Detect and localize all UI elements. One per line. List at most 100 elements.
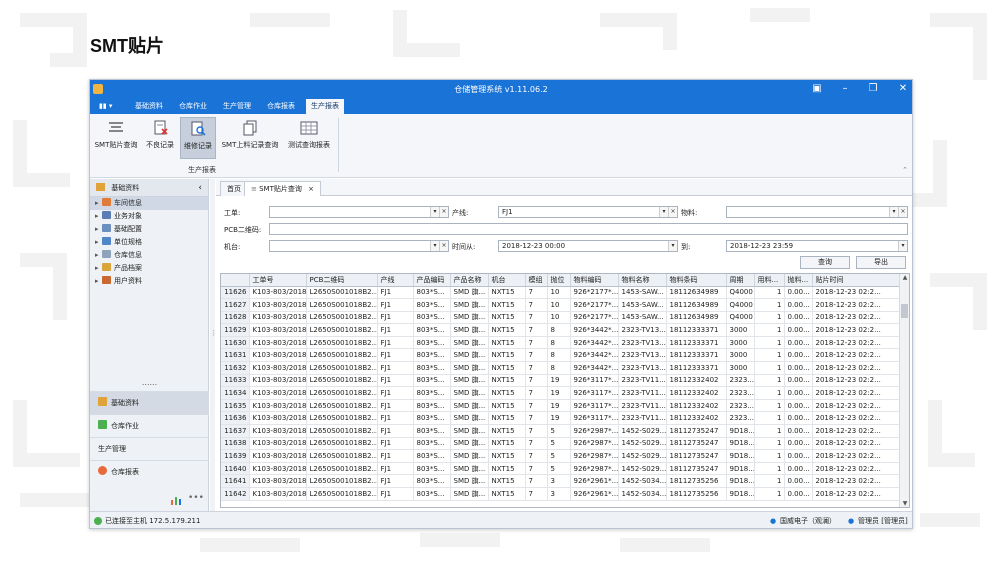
nav-resize-dots[interactable]: ...... [90,379,209,391]
menu-tab-production[interactable]: 生产管理 [218,99,256,114]
query-button[interactable]: 查询 [800,256,850,269]
table-row[interactable]: 11626 K103-803/2018 L2650S001018B2... FJ1 80… [221,286,902,300]
menu-tab-warehouse-ops[interactable]: 仓库作业 [174,99,212,114]
export-button[interactable]: 导出 [856,256,906,269]
material-field[interactable]: ▾ × [726,206,908,218]
nav-category-warehouse-ops[interactable]: 仓库作业 [90,414,209,437]
table-row[interactable]: 11634 K103-803/2018 L2650S001018B2... FJ1 80… [221,386,902,400]
repair-record-button[interactable]: 维修记录 [180,117,216,159]
tree-item-label: 用户资料 [114,277,142,285]
column-header[interactable]: 工单号 [249,274,307,287]
dropdown-icon[interactable]: ▾ [668,241,677,251]
dropdown-icon[interactable]: ▾ [430,241,439,251]
tab-smt-query[interactable]: ≡ SMT贴片查询 × [244,181,321,196]
defect-record-button[interactable]: 不良记录 [141,117,179,159]
table-row[interactable]: 11629 K103-803/2018 L2650S001018B2... FJ1 80… [221,323,902,337]
tree-item-unit-spec[interactable]: ▸ 单位规格 [90,236,208,249]
table-row[interactable]: 11627 K103-803/2018 L2650S001018B2... FJ1 80… [221,298,902,312]
tree-item-basic-config[interactable]: ▸ 基础配置 [90,223,208,236]
dropdown-icon[interactable]: ▾ [659,207,668,217]
table-row[interactable]: 11639 K103-803/2018 L2650S001018B2... FJ1 80… [221,449,902,463]
table-row[interactable]: 11642 K103-803/2018 L2650S001018B2... FJ1 80… [221,487,902,501]
test-query-report-button[interactable]: 测试查询报表 [284,117,334,159]
table-cell: 18112333371 [666,336,727,350]
scroll-up-icon[interactable]: ▲ [900,274,909,281]
time-to-field[interactable]: 2018-12-23 23:59 ▾ [726,240,908,252]
table-row[interactable]: 11631 K103-803/2018 L2650S001018B2... FJ1 80… [221,348,902,363]
table-row[interactable]: 11640 K103-803/2018 L2650S001018B2... FJ1 80… [221,462,902,476]
smt-feed-query-button[interactable]: SMT上料记录查询 [218,117,282,159]
tree-item-warehouse-info[interactable]: ▸ 仓库信息 [90,249,208,262]
collapse-nav-icon[interactable]: ‹ [198,179,202,197]
clear-icon[interactable]: × [439,241,448,251]
close-tab-icon[interactable]: × [308,185,314,193]
table-row[interactable]: 11636 K103-803/2018 L2650S001018B2... FJ1 80… [221,411,902,426]
column-header[interactable]: 抛位 [547,274,571,287]
dropdown-icon[interactable]: ▾ [889,207,898,217]
table-row[interactable]: 11628 K103-803/2018 L2650S001018B2... FJ1 80… [221,311,902,325]
app-menu-icon[interactable]: ▮▮ ▾ [94,99,117,114]
pane-splitter[interactable]: ⋮ [210,179,217,511]
tree-item-user-data[interactable]: ▸ 用户资料 [90,275,208,288]
row-number: 11635 [221,399,250,413]
dropdown-icon[interactable]: ▾ [898,241,907,251]
column-header[interactable]: 物料条码 [666,274,727,287]
time-to-label: 到: [681,243,691,251]
column-header[interactable]: 用料... [754,274,785,287]
close-icon[interactable]: ✕ [896,83,910,95]
table-cell: 18112333371 [666,323,727,337]
line-field[interactable]: FJ1 ▾ × [498,206,678,218]
menu-tab-basic[interactable]: 基础资料 [130,99,168,114]
nav-category-warehouse-report[interactable]: 仓库报表 [90,460,209,483]
help-icon[interactable]: ▣ [810,83,824,95]
table-row[interactable]: 11633 K103-803/2018 L2650S001018B2... FJ1 80… [221,374,902,388]
column-header[interactable]: 产品编码 [413,274,451,287]
clear-icon[interactable]: × [668,207,677,217]
table-row[interactable]: 11638 K103-803/2018 L2650S001018B2... FJ1 80… [221,437,902,451]
work-order-field[interactable]: ▾ × [269,206,449,218]
tree-item-product-archive[interactable]: ▸ 产品档案 [90,262,208,275]
table-cell: K103-803/2018 [249,399,307,413]
smt-query-button[interactable]: SMT贴片查询 [93,117,139,159]
clear-icon[interactable]: × [439,207,448,217]
column-header[interactable]: 产线 [377,274,414,287]
table-cell: 7 [525,437,548,451]
clear-icon[interactable]: × [898,207,907,217]
bar-chart-icon[interactable] [170,495,182,505]
table-row[interactable]: 11641 K103-803/2018 L2650S001018B2... FJ1 80… [221,474,902,488]
dropdown-icon[interactable]: ▾ [430,207,439,217]
table-row[interactable]: 11635 K103-803/2018 L2650S001018B2... FJ1 80… [221,399,902,413]
vertical-scrollbar[interactable]: ▲ ▼ [899,274,909,507]
column-header[interactable]: 抛料... [784,274,813,287]
tree-item-business-object[interactable]: ▸ 业务对象 [90,210,208,223]
nav-category-production[interactable]: 生产管理 [90,437,209,460]
column-header[interactable]: 产品名称 [450,274,489,287]
more-options-icon[interactable]: ••• [188,493,204,503]
column-header[interactable]: 模组 [525,274,548,287]
column-header[interactable]: 物料名称 [618,274,667,287]
collapse-ribbon-icon[interactable]: ⌃ [902,166,908,174]
column-header[interactable] [221,274,250,287]
table-cell: 2323-TV11... [618,411,667,426]
column-header[interactable]: 物料编码 [570,274,619,287]
machine-field[interactable]: ▾ × [269,240,449,252]
column-header[interactable]: 贴片时间 [812,274,902,287]
table-row[interactable]: 11630 K103-803/2018 L2650S001018B2... FJ1 80… [221,336,902,350]
table-row[interactable]: 11632 K103-803/2018 L2650S001018B2... FJ1 80… [221,361,902,375]
menu-tab-production-report[interactable]: 生产报表 [306,99,344,114]
column-header[interactable]: PCB二维码 [306,274,378,287]
table-row[interactable]: 11637 K103-803/2018 L2650S001018B2... FJ1 80… [221,424,902,438]
menu-tab-warehouse-report[interactable]: 仓库报表 [262,99,300,114]
time-from-value: 2018-12-23 00:00 [502,242,566,250]
scroll-down-icon[interactable]: ▼ [900,500,909,507]
minimize-icon[interactable]: – [838,83,852,95]
scrollbar-thumb[interactable] [901,304,908,318]
tree-item-workshop[interactable]: ▸ 车间信息 [90,197,208,210]
time-from-field[interactable]: 2018-12-23 00:00 ▾ [498,240,678,252]
column-header[interactable]: 周期 [726,274,755,287]
column-header[interactable]: 机台 [488,274,526,287]
table-cell: NXT15 [488,361,526,375]
pcb-field[interactable] [269,223,908,235]
nav-category-basic[interactable]: 基础资料 [90,391,209,414]
maximize-icon[interactable]: ❐ [866,83,880,95]
